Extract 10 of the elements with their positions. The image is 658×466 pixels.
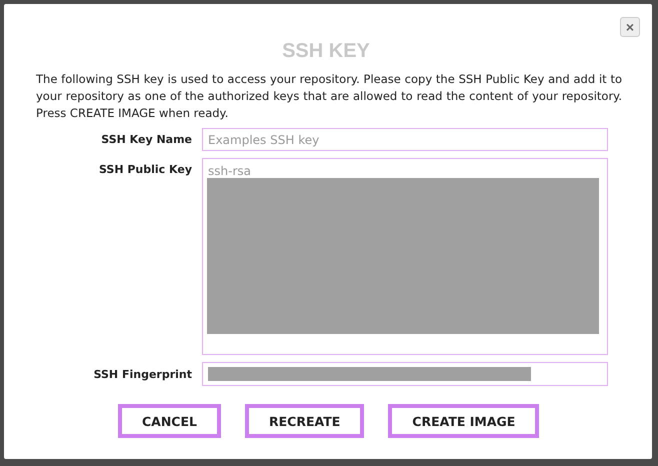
dialog-button[interactable]: RECREATE	[245, 404, 364, 438]
field-label: SSH Public Key	[98, 162, 192, 178]
field-value: ssh-rsa	[208, 164, 252, 178]
field-label: SSH Key Name	[100, 132, 192, 148]
description-text: The following SSH key is used to access your repository. Please copy the SSH Public Key and add it to your repository as one of the authorized keys that are allowed to read the content of your repository. Press CREATE IMAGE when ready.	[36, 71, 622, 122]
dialog-button[interactable]: CANCEL	[118, 404, 221, 438]
field-label: SSH Fingerprint	[92, 367, 192, 383]
dialog-button[interactable]: CREATE IMAGE	[388, 404, 540, 438]
key-name-field[interactable]: Examples SSH key	[202, 128, 608, 151]
close-button[interactable]: ×	[620, 17, 640, 37]
